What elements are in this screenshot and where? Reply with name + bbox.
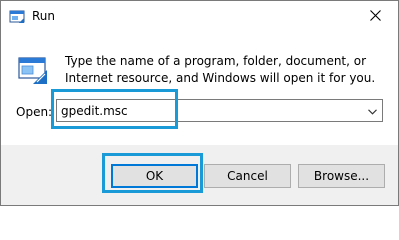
ok-button[interactable]: OK [111,164,198,188]
cancel-button[interactable]: Cancel [204,164,291,188]
run-app-icon [9,9,25,25]
title-bar[interactable]: Run [1,1,398,32]
instruction-text: Type the name of a program, folder, docu… [65,54,376,85]
button-bar: OK Cancel Browse... [1,145,398,205]
run-prompt-icon [17,54,49,86]
close-button[interactable] [352,1,398,32]
chevron-down-icon [367,104,377,118]
run-dialog: Run Type the name of a program, folder, … [0,0,399,206]
dropdown-button[interactable] [362,100,382,121]
window-title: Run [32,9,56,23]
open-label: Open: [16,105,53,119]
open-combobox[interactable] [56,99,383,122]
browse-button[interactable]: Browse... [298,164,385,188]
close-icon [369,9,381,24]
open-input[interactable] [57,100,361,121]
